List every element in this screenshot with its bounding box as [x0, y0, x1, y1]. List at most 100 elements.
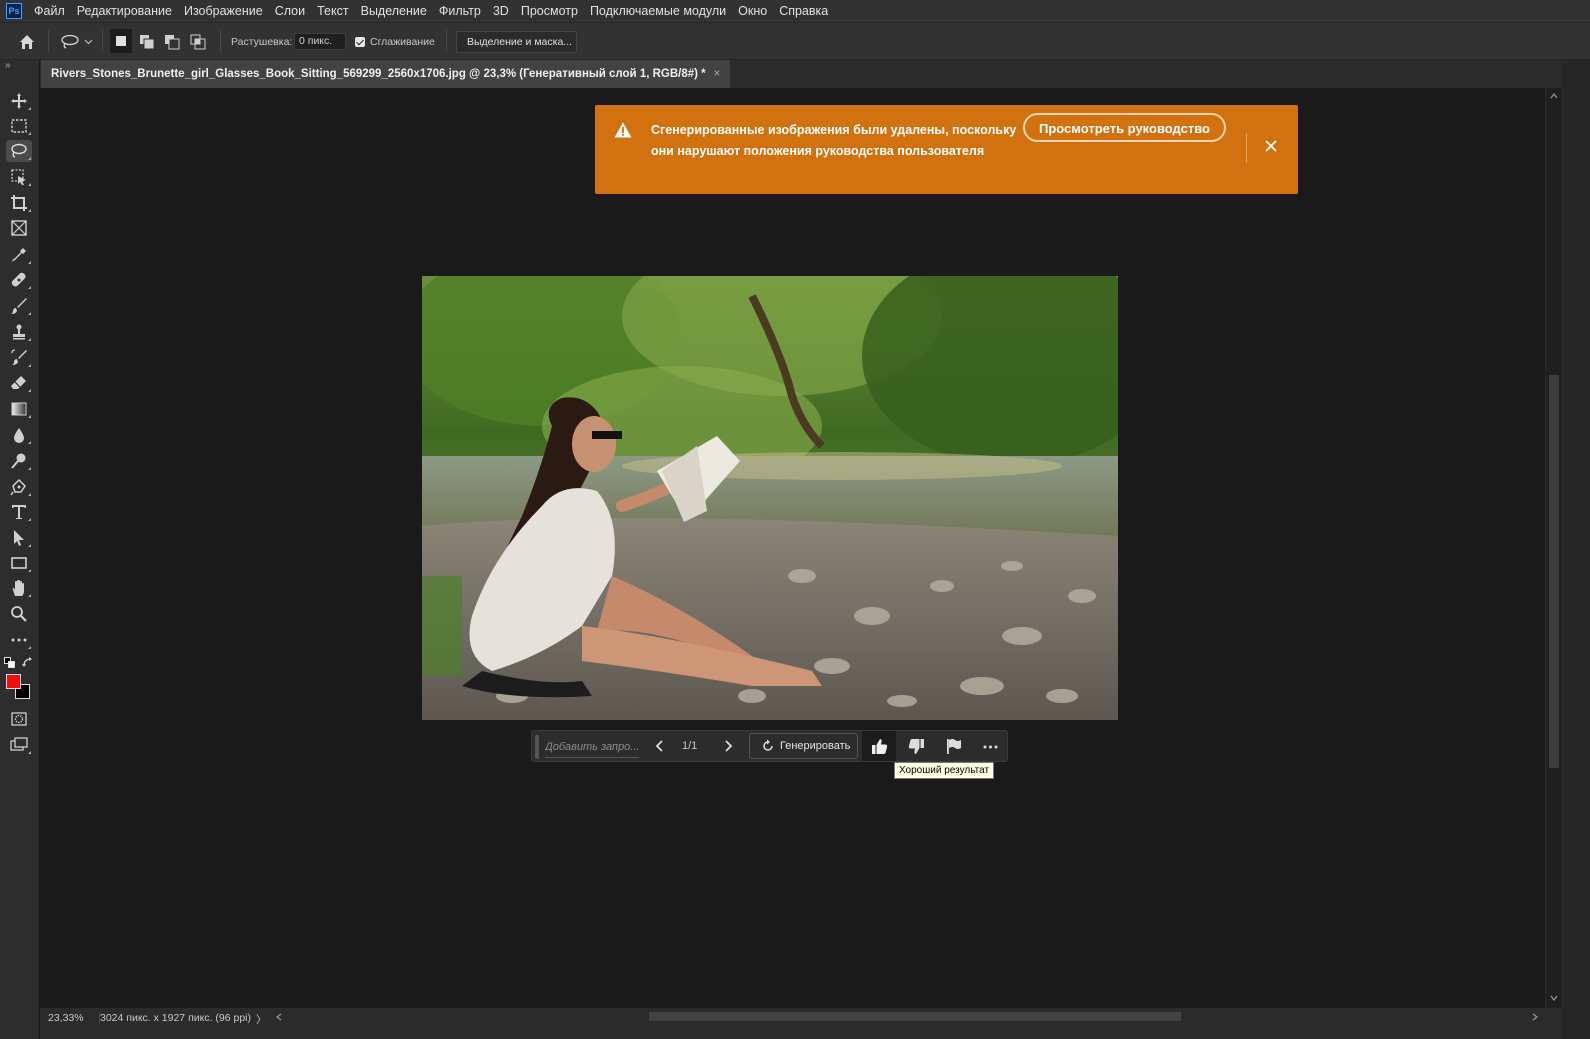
view-guidelines-button[interactable]: Просмотреть руководство — [1023, 113, 1226, 142]
more-tools-button[interactable] — [6, 629, 32, 651]
eyedropper-tool[interactable] — [6, 244, 32, 266]
menu-bar: Ps Файл Редактирование Изображение Слои … — [0, 0, 1590, 22]
lasso-tool[interactable] — [6, 140, 32, 162]
lasso-preset-icon[interactable] — [60, 34, 80, 50]
tooltip: Хороший результат — [894, 762, 995, 779]
select-and-mask-button[interactable]: Выделение и маска... — [456, 31, 577, 53]
divider — [1246, 133, 1247, 163]
thumbs-up-icon — [871, 738, 887, 754]
dodge-tool[interactable] — [6, 450, 32, 472]
menu-layers[interactable]: Слои — [269, 4, 311, 18]
new-selection-button[interactable] — [110, 29, 132, 53]
panel-collapse-icon[interactable]: » — [5, 60, 11, 71]
home-icon[interactable] — [18, 33, 36, 51]
type-icon — [12, 505, 26, 519]
scroll-down-icon[interactable] — [1550, 995, 1558, 1001]
more-options-button[interactable] — [973, 731, 1007, 761]
menu-select[interactable]: Выделение — [355, 4, 433, 18]
thumbs-up-button[interactable] — [862, 731, 896, 761]
vertical-scroll-thumb[interactable] — [1549, 375, 1559, 768]
hand-icon — [12, 580, 24, 596]
crop-tool[interactable] — [6, 192, 32, 214]
divider — [102, 30, 103, 52]
menu-view[interactable]: Просмотр — [515, 4, 584, 18]
menu-filter[interactable]: Фильтр — [433, 4, 487, 18]
zoom-tool[interactable] — [6, 603, 32, 625]
blur-icon — [14, 428, 24, 443]
move-tool[interactable] — [6, 90, 32, 112]
frame-icon — [11, 220, 27, 236]
menu-edit[interactable]: Редактирование — [71, 4, 178, 18]
tools-panel: » — [0, 60, 40, 1039]
options-bar: Растушевка: 0 пикс. Сглаживание Выделени… — [0, 22, 1590, 60]
quick-mask-button[interactable] — [6, 708, 32, 730]
divider — [48, 30, 49, 52]
chevron-right-icon[interactable] — [720, 738, 736, 754]
generate-button[interactable]: Генерировать — [749, 733, 858, 759]
menu-file[interactable]: Файл — [28, 4, 71, 18]
menu-image[interactable]: Изображение — [178, 4, 269, 18]
feather-label: Растушевка: — [231, 36, 293, 48]
antialias-checkbox[interactable] — [355, 37, 365, 47]
menu-3d[interactable]: 3D — [487, 4, 515, 18]
frame-tool[interactable] — [6, 217, 32, 239]
photoshop-logo[interactable]: Ps — [6, 3, 22, 19]
thumbs-down-button[interactable] — [899, 731, 933, 761]
menu-help[interactable]: Справка — [773, 4, 834, 18]
brush-icon — [11, 298, 27, 314]
crop-icon — [11, 195, 27, 211]
close-tab-icon[interactable]: × — [714, 68, 721, 80]
menu-type[interactable]: Текст — [311, 4, 354, 18]
vertical-scrollbar[interactable] — [1545, 88, 1562, 1008]
object-select-icon — [11, 169, 26, 185]
prompt-input[interactable]: Добавить запро... — [545, 736, 639, 758]
scroll-left-icon[interactable] — [276, 1013, 282, 1021]
close-icon[interactable] — [1264, 139, 1278, 153]
quick-mask-icon — [11, 712, 27, 726]
zoom-level[interactable]: 23,33% — [48, 1012, 84, 1024]
default-colors-icon[interactable] — [4, 657, 15, 668]
menu-window[interactable]: Окно — [732, 4, 773, 18]
subtract-from-selection-icon[interactable] — [164, 34, 180, 50]
dodge-icon — [11, 453, 26, 469]
stamp-tool[interactable] — [6, 321, 32, 343]
gradient-tool[interactable] — [6, 398, 32, 420]
more-tools-icon — [11, 638, 27, 642]
divider — [446, 30, 447, 52]
status-info-arrow[interactable]: 〉 — [256, 1012, 267, 1027]
type-tool[interactable] — [6, 501, 32, 523]
rectangle-icon — [11, 557, 27, 569]
screen-mode-button[interactable] — [6, 734, 32, 756]
blur-tool[interactable] — [6, 424, 32, 446]
pen-icon — [10, 478, 26, 496]
document-tab[interactable]: Rivers_Stones_Brunette_girl_Glasses_Book… — [41, 60, 731, 88]
chevron-down-icon[interactable] — [84, 39, 93, 45]
drag-handle[interactable] — [535, 735, 539, 759]
path-select-tool[interactable] — [6, 527, 32, 549]
stamp-icon — [13, 324, 25, 340]
brush-tool[interactable] — [6, 295, 32, 317]
foreground-color-swatch[interactable] — [6, 674, 21, 689]
history-brush-tool[interactable] — [6, 347, 32, 369]
scroll-up-icon[interactable] — [1550, 93, 1558, 99]
feather-input[interactable]: 0 пикс. — [294, 33, 346, 50]
add-to-selection-icon[interactable] — [139, 34, 155, 50]
menu-plugins[interactable]: Подключаемые модули — [584, 4, 732, 18]
document-image[interactable] — [422, 276, 1118, 720]
history-brush-icon — [11, 349, 27, 365]
scroll-right-icon[interactable] — [1532, 1013, 1538, 1021]
horizontal-scroll-thumb[interactable] — [649, 1012, 1181, 1021]
hand-tool[interactable] — [6, 577, 32, 599]
document-info: 3024 пикс. x 1927 пикс. (96 ppi) — [100, 1012, 252, 1024]
eraser-tool[interactable] — [6, 372, 32, 394]
intersect-selection-icon[interactable] — [190, 34, 206, 50]
chevron-left-icon[interactable] — [652, 738, 668, 754]
rectangle-tool[interactable] — [6, 552, 32, 574]
healing-tool[interactable] — [6, 269, 32, 291]
marquee-tool[interactable] — [6, 115, 32, 137]
object-select-tool[interactable] — [6, 166, 32, 188]
swap-colors-icon[interactable] — [22, 656, 34, 668]
pen-tool[interactable] — [6, 476, 32, 498]
report-button[interactable] — [936, 731, 970, 761]
notification-message: Сгенерированные изображения были удалены… — [651, 123, 1017, 158]
